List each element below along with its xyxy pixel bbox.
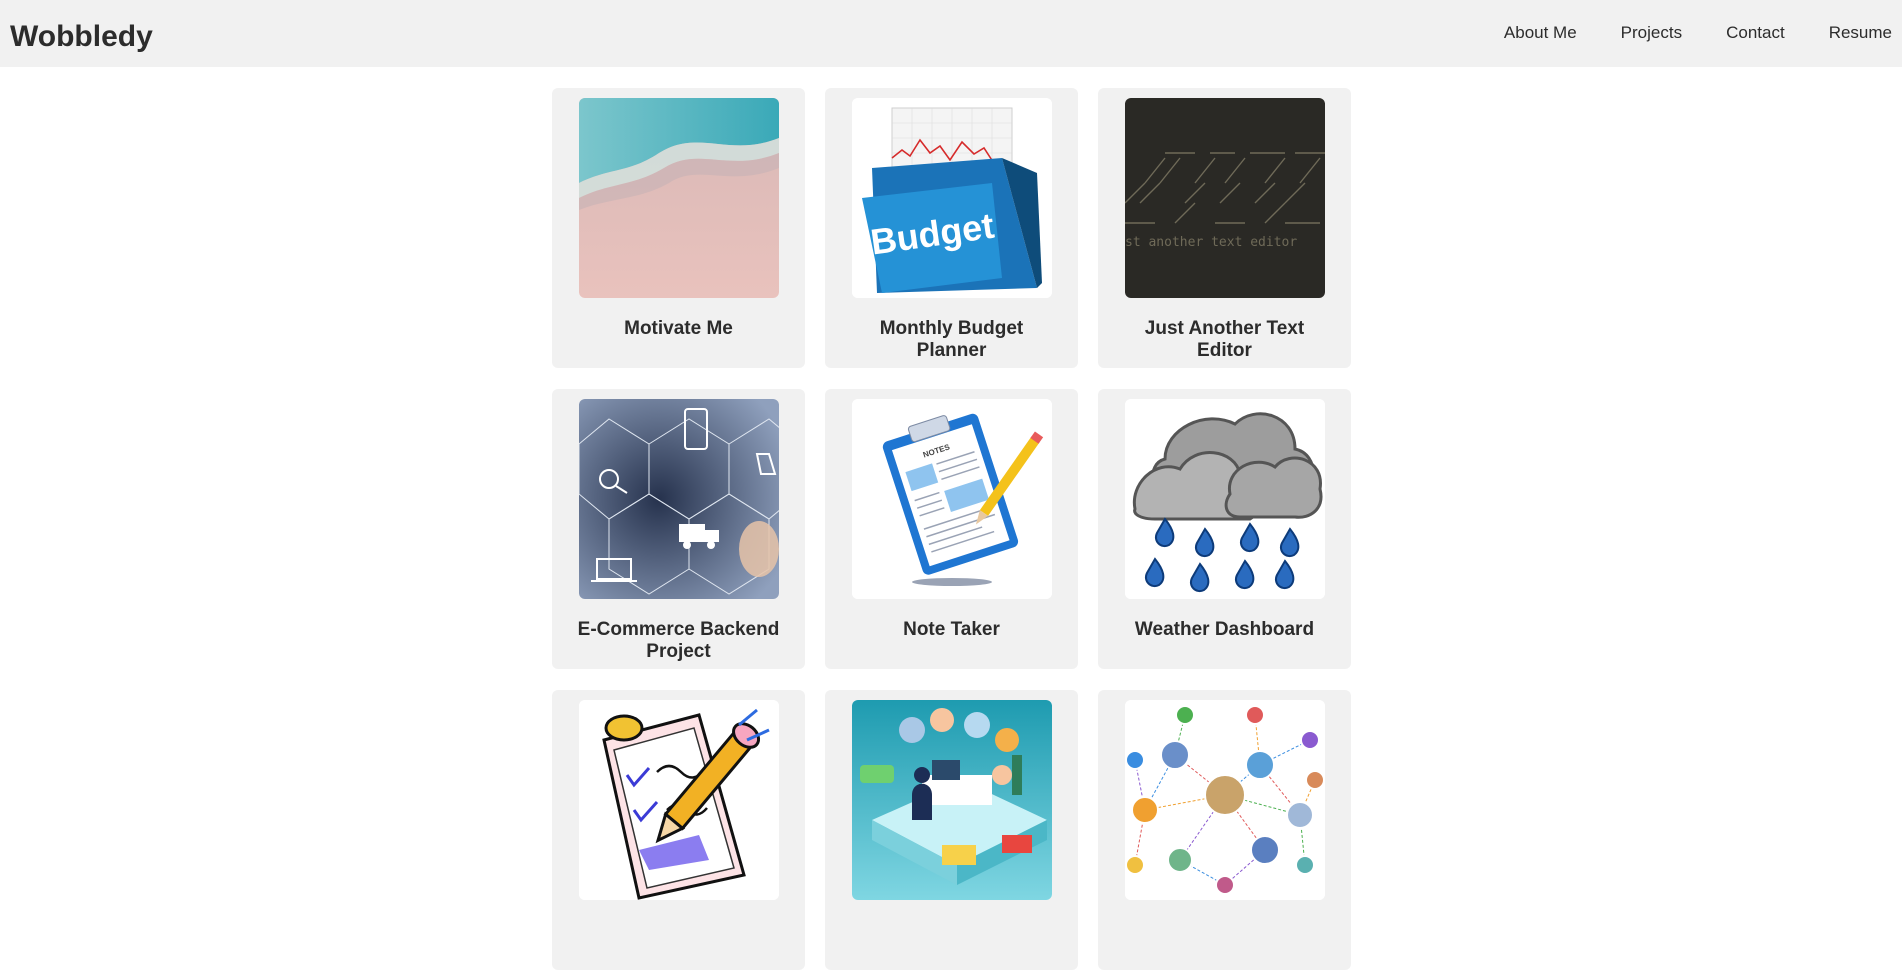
jate-logo-image: st another text editor — [1124, 98, 1325, 298]
clipboard-notes-image: NOTES — [851, 399, 1052, 599]
project-image-budget[interactable]: Budget — [851, 98, 1052, 298]
project-image-office-team[interactable] — [851, 700, 1052, 900]
projects-grid: Motivate Me Budget Monthly Budget Planne… — [552, 88, 1352, 970]
project-title: Monthly Budget Planner — [879, 318, 1024, 361]
project-card-7[interactable] — [552, 690, 805, 970]
nav-projects[interactable]: Projects — [1621, 23, 1682, 43]
project-image-social-network[interactable] — [1124, 700, 1325, 900]
jate-logo-text: st another text editor — [1125, 235, 1297, 250]
rain-clouds-image — [1124, 399, 1325, 599]
ecommerce-image — [578, 399, 779, 599]
beach-image — [578, 98, 779, 298]
project-card-note-taker[interactable]: NOTES Note Taker — [825, 389, 1078, 669]
nav-resume[interactable]: Resume — [1829, 23, 1892, 43]
clipboard-pencil-image — [578, 700, 779, 900]
project-card-motivate-me[interactable]: Motivate Me — [552, 88, 805, 368]
office-team-image — [851, 700, 1052, 900]
project-image-jate[interactable]: st another text editor — [1124, 98, 1325, 298]
project-title: Note Taker — [903, 619, 1000, 640]
project-title: Weather Dashboard — [1134, 619, 1315, 640]
brand-logo[interactable]: Wobbledy — [10, 20, 153, 54]
project-title: E-Commerce Backend Project — [577, 619, 780, 662]
project-image-ecommerce[interactable] — [578, 399, 779, 599]
social-network-image — [1124, 700, 1325, 900]
project-card-9[interactable] — [1098, 690, 1351, 970]
project-card-budget-planner[interactable]: Budget Monthly Budget Planner — [825, 88, 1078, 368]
project-image-beach[interactable] — [578, 98, 779, 298]
project-card-8[interactable] — [825, 690, 1078, 970]
project-image-clipboard-pencil[interactable] — [578, 700, 779, 900]
project-card-text-editor[interactable]: st another text editor Just Another Text… — [1098, 88, 1351, 368]
project-card-ecommerce[interactable]: E-Commerce Backend Project — [552, 389, 805, 669]
project-title: Just Another Text Editor — [1144, 318, 1305, 361]
nav-about-me[interactable]: About Me — [1504, 23, 1577, 43]
main-nav: About Me Projects Contact Resume — [1504, 23, 1892, 43]
site-header: Wobbledy About Me Projects Contact Resum… — [0, 0, 1902, 67]
project-title: Motivate Me — [624, 318, 733, 339]
project-card-weather[interactable]: Weather Dashboard — [1098, 389, 1351, 669]
nav-contact[interactable]: Contact — [1726, 23, 1785, 43]
project-image-weather[interactable] — [1124, 399, 1325, 599]
budget-folder-image: Budget — [851, 98, 1052, 298]
project-image-notes[interactable]: NOTES — [851, 399, 1052, 599]
